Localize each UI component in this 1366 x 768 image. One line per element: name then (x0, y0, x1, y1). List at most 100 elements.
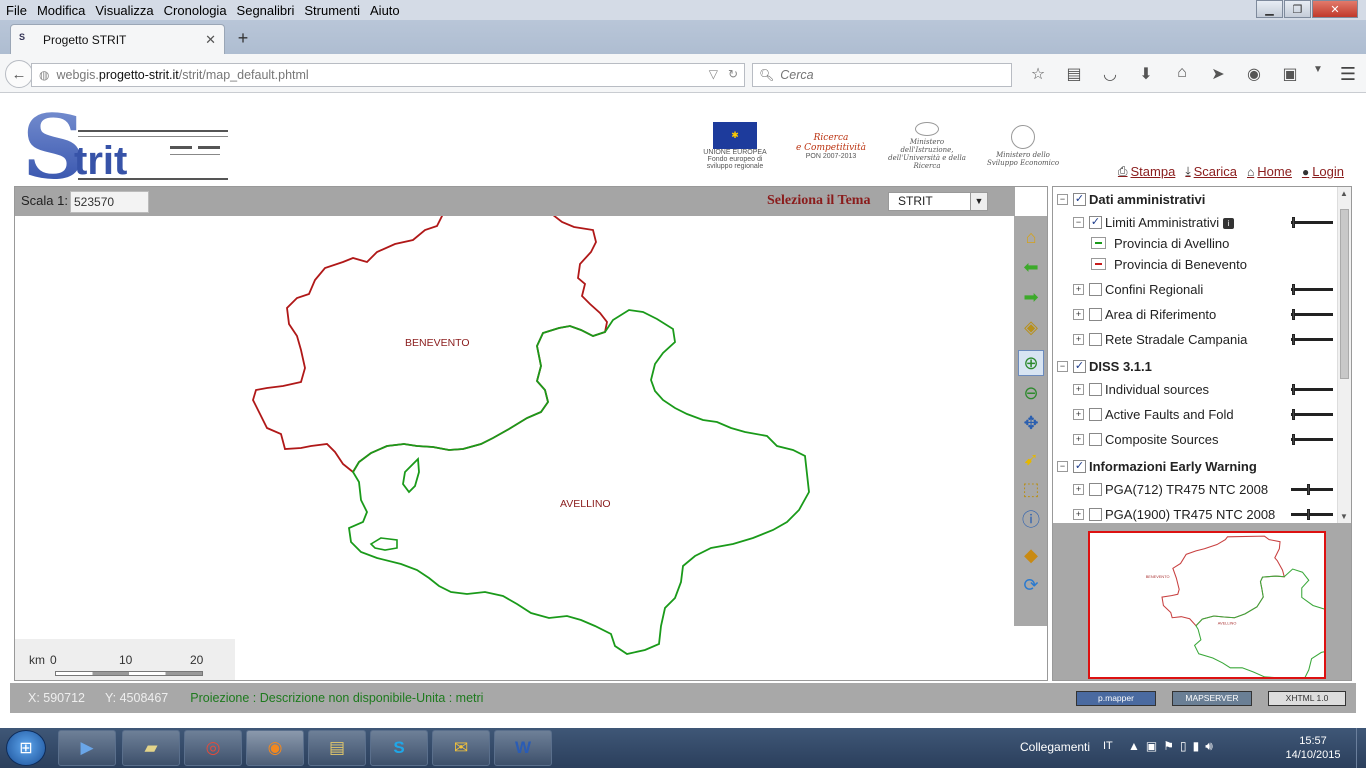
expand-icon[interactable]: + (1073, 283, 1084, 295)
opacity-slider[interactable] (1291, 308, 1333, 320)
expand-icon[interactable]: + (1073, 383, 1084, 395)
overview-map[interactable]: BENEVENTO AVELLINO (1088, 531, 1326, 679)
layer-checkbox[interactable]: ✓ (1089, 215, 1102, 229)
layer-checkbox[interactable] (1089, 407, 1102, 421)
layer-checkbox[interactable] (1089, 332, 1102, 346)
maximize-icon[interactable]: ❐ (1284, 0, 1311, 18)
new-tab-icon[interactable]: + (233, 28, 253, 49)
opacity-slider[interactable] (1291, 333, 1333, 345)
scrollbar-thumb[interactable] (1340, 209, 1349, 379)
firefox-icon[interactable]: ◉ (246, 730, 304, 766)
opacity-slider[interactable] (1291, 383, 1333, 395)
opacity-slider[interactable] (1291, 433, 1333, 445)
menu-segnalibri[interactable]: Segnalibri (232, 3, 300, 18)
opacity-slider[interactable] (1291, 483, 1333, 495)
layer-checkbox[interactable] (1089, 307, 1102, 321)
opacity-slider[interactable] (1291, 216, 1333, 228)
slider-knob[interactable] (1307, 508, 1310, 520)
map-canvas[interactable]: BENEVENTO AVELLINO (15, 216, 1015, 681)
expand-icon[interactable]: + (1073, 433, 1084, 445)
opacity-slider[interactable] (1291, 408, 1333, 420)
reading-list-icon[interactable]: ▤ (1056, 64, 1092, 84)
home-icon[interactable]: ⌂ (1164, 64, 1200, 84)
outlook-icon[interactable]: ✉ (432, 730, 490, 766)
opacity-slider[interactable] (1291, 508, 1333, 520)
info-icon[interactable]: i (1223, 217, 1235, 229)
refresh-icon[interactable]: ⟳ (1018, 572, 1044, 598)
slider-knob[interactable] (1292, 408, 1295, 420)
legend-scrollbar[interactable]: ▲ ▼ (1337, 187, 1351, 523)
zoom-full-home-icon[interactable]: ⌂ (1018, 224, 1044, 250)
paint-bucket-icon[interactable]: ◆ (1018, 542, 1044, 568)
device-icon[interactable]: ▯ (1180, 739, 1187, 754)
layer-checkbox[interactable] (1089, 282, 1102, 296)
expand-icon[interactable]: + (1073, 483, 1084, 495)
bookmark-star-icon[interactable]: ☆ (1020, 64, 1056, 84)
volume-icon[interactable]: 🔊︎ (1205, 739, 1213, 754)
hamburger-menu-icon[interactable]: ☰ (1340, 64, 1356, 85)
slider-knob[interactable] (1307, 483, 1310, 495)
slider-knob[interactable] (1292, 333, 1295, 345)
expand-icon[interactable]: + (1073, 408, 1084, 420)
dropdown-icon[interactable]: ▽ (709, 67, 718, 81)
pan-icon[interactable]: ✥ (1018, 410, 1044, 436)
show-desktop-button[interactable] (1356, 728, 1366, 768)
file-explorer-icon[interactable]: ▤ (308, 730, 366, 766)
expand-icon[interactable]: + (1073, 508, 1084, 520)
layer-checkbox[interactable] (1089, 432, 1102, 446)
login-link[interactable]: ● Login (1302, 164, 1344, 179)
chat-icon[interactable]: ◉ (1236, 64, 1272, 84)
group-checkbox[interactable]: ✓ (1073, 459, 1086, 473)
group-checkbox[interactable]: ✓ (1073, 359, 1086, 373)
scarica-link[interactable]: ⤓ Scarica (1185, 164, 1237, 179)
layer-checkbox[interactable] (1089, 382, 1102, 396)
menu-strumenti[interactable]: Strumenti (299, 3, 365, 18)
expand-icon[interactable]: + (1073, 308, 1084, 320)
menu-cronologia[interactable]: Cronologia (159, 3, 232, 18)
home-link[interactable]: ⌂ Home (1247, 164, 1292, 179)
search-bar[interactable]: 🔍︎ (752, 63, 1012, 87)
send-icon[interactable]: ➤ (1200, 64, 1236, 84)
tab-close-icon[interactable]: ✕ (205, 32, 216, 48)
xhtml-badge[interactable]: XHTML 1.0 (1268, 691, 1346, 706)
mapserver-badge[interactable]: MAPSERVER (1172, 691, 1252, 706)
slider-knob[interactable] (1292, 283, 1295, 295)
menu-visualizza[interactable]: Visualizza (90, 3, 158, 18)
identify-pointer-icon[interactable]: ➹ (1018, 446, 1044, 472)
scroll-up-icon[interactable]: ▲ (1340, 189, 1348, 198)
scale-input[interactable] (70, 191, 149, 213)
menu-modifica[interactable]: Modifica (32, 3, 90, 18)
download-icon[interactable]: ⬇ (1128, 64, 1164, 84)
action-center-flag-icon[interactable]: ⚑ (1163, 739, 1174, 754)
language-indicator[interactable]: IT (1103, 740, 1113, 752)
reload-icon[interactable]: ↻ (728, 67, 738, 81)
clock[interactable]: 15:57 14/10/2015 (1283, 734, 1343, 762)
slider-knob[interactable] (1292, 383, 1295, 395)
windows-start-icon[interactable]: ⊞ (6, 730, 46, 766)
libraries-icon[interactable]: ▰ (122, 730, 180, 766)
zoom-out-icon[interactable]: ⊖ (1018, 380, 1044, 406)
search-input[interactable] (780, 68, 1001, 82)
word-icon[interactable]: W (494, 730, 552, 766)
expand-icon[interactable]: + (1073, 333, 1084, 345)
back-arrow-icon[interactable]: ← (5, 60, 33, 88)
menu-aiuto[interactable]: Aiuto (365, 3, 405, 18)
pmapper-badge[interactable]: p.mapper (1076, 691, 1156, 706)
select-box-icon[interactable]: ⬚ (1018, 476, 1044, 502)
url-bar[interactable]: ◍ webgis. progetto-strit.it/strit/map_def… (31, 63, 745, 87)
tray-expand-icon[interactable]: ▲ (1128, 739, 1140, 754)
collapse-icon[interactable]: − (1057, 360, 1068, 372)
collapse-icon[interactable]: − (1057, 193, 1068, 205)
zoom-in-icon[interactable]: ⊕ (1018, 350, 1044, 376)
opacity-slider[interactable] (1291, 283, 1333, 295)
chrome-icon[interactable]: ◎ (184, 730, 242, 766)
stampa-link[interactable]: ⎙ Stampa (1118, 164, 1175, 179)
layer-checkbox[interactable] (1089, 507, 1102, 521)
slider-knob[interactable] (1292, 216, 1295, 228)
layer-checkbox[interactable] (1089, 482, 1102, 496)
slider-knob[interactable] (1292, 308, 1295, 320)
zoom-selected-icon[interactable]: ◈ (1018, 314, 1044, 340)
info-icon[interactable]: ⓘ (1018, 506, 1044, 532)
previous-extent-arrow-icon[interactable]: ⬅ (1018, 254, 1044, 280)
tray-links-label[interactable]: Collegamenti (1020, 740, 1090, 754)
